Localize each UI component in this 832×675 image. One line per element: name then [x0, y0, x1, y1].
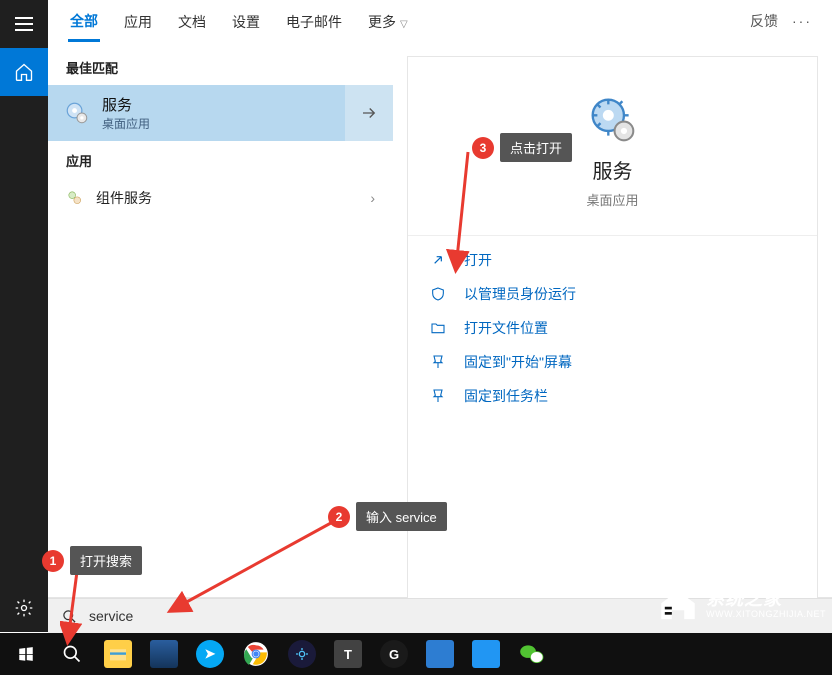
folder-icon: [108, 646, 128, 662]
text-app-icon: T: [334, 640, 362, 668]
services-icon: [64, 100, 90, 126]
watermark-logo-icon: [656, 585, 700, 625]
preview-column: 服务 桌面应用 打开 以管理员身份运行 打开文件位置: [393, 42, 832, 597]
taskbar-app-3[interactable]: [280, 633, 324, 675]
services-icon-large: [588, 95, 638, 145]
taskbar-app-5[interactable]: G: [372, 633, 416, 675]
action-open-location[interactable]: 打开文件位置: [430, 318, 795, 338]
hamburger-icon: [15, 17, 33, 31]
action-admin-label: 以管理员身份运行: [464, 284, 576, 304]
taskbar-app-4[interactable]: T: [326, 633, 370, 675]
pin-taskbar-icon: [430, 388, 448, 404]
open-icon: [430, 252, 448, 268]
circle-app-icon: ➤: [196, 640, 224, 668]
watermark-url: WWW.XITONGZHIJIA.NET: [706, 610, 826, 620]
folder-icon: [430, 320, 448, 336]
watermark: 系统之家 WWW.XITONGZHIJIA.NET: [656, 585, 826, 625]
action-open[interactable]: 打开: [430, 250, 795, 270]
magnifier-icon: [62, 609, 77, 624]
magnifier-icon: [62, 644, 82, 664]
callout-2-label: 输入 service: [356, 502, 447, 531]
windows-icon: [17, 645, 35, 663]
app-result-row[interactable]: 组件服务 ›: [48, 178, 393, 218]
action-pin-taskbar[interactable]: 固定到任务栏: [430, 386, 795, 406]
section-apps: 应用: [48, 141, 393, 178]
tab-settings[interactable]: 设置: [230, 2, 262, 40]
best-match-title: 服务: [102, 94, 150, 115]
callout-3-label: 点击打开: [500, 133, 572, 162]
more-options-button[interactable]: ···: [792, 13, 812, 29]
taskbar-chrome[interactable]: [234, 633, 278, 675]
g-app-icon: G: [380, 640, 408, 668]
chevron-right-icon: ›: [370, 190, 375, 206]
taskbar: ➤ T G: [0, 633, 832, 675]
taskbar-wechat[interactable]: [510, 633, 554, 675]
callout-3: 3 点击打开: [472, 133, 572, 162]
taskbar-search-button[interactable]: [50, 633, 94, 675]
watermark-title: 系统之家: [706, 590, 826, 610]
tab-all[interactable]: 全部: [68, 1, 100, 42]
preview-title: 服务: [593, 155, 633, 184]
action-pinstart-label: 固定到"开始"屏幕: [464, 352, 572, 372]
callout-1: 1 打开搜索: [42, 546, 142, 575]
badge-3: 3: [472, 137, 494, 159]
generic-app-icon: [150, 640, 178, 668]
component-services-icon: [66, 189, 84, 207]
action-run-as-admin[interactable]: 以管理员身份运行: [430, 284, 795, 304]
tab-more[interactable]: 更多▽: [366, 2, 410, 40]
wechat-icon: [518, 640, 546, 668]
chevron-down-icon: ▽: [400, 19, 408, 30]
section-best-match: 最佳匹配: [48, 48, 393, 85]
gear-icon: [14, 598, 34, 618]
action-pintask-label: 固定到任务栏: [464, 386, 548, 406]
taskbar-app-1[interactable]: [142, 633, 186, 675]
action-location-label: 打开文件位置: [464, 318, 548, 338]
badge-1: 1: [42, 550, 64, 572]
badge-2: 2: [328, 506, 350, 528]
settings-button[interactable]: [0, 584, 48, 632]
action-open-label: 打开: [464, 250, 492, 270]
taskbar-app-7[interactable]: [464, 633, 508, 675]
expand-arrow-button[interactable]: [345, 85, 393, 141]
feedback-link[interactable]: 反馈: [750, 11, 778, 31]
gear-app-icon: [288, 640, 316, 668]
shield-icon: [430, 286, 448, 302]
blue-app-icon-2: [472, 640, 500, 668]
preview-subtitle: 桌面应用: [586, 190, 638, 209]
best-match-subtitle: 桌面应用: [102, 115, 150, 132]
action-pin-start[interactable]: 固定到"开始"屏幕: [430, 352, 795, 372]
search-input[interactable]: service: [89, 608, 133, 624]
tab-apps[interactable]: 应用: [122, 2, 154, 40]
blue-app-icon: [426, 640, 454, 668]
pin-start-icon: [430, 354, 448, 370]
tab-docs[interactable]: 文档: [176, 2, 208, 40]
taskbar-app-2[interactable]: ➤: [188, 633, 232, 675]
callout-1-label: 打开搜索: [70, 546, 142, 575]
best-match-row[interactable]: 服务 桌面应用: [48, 85, 393, 141]
taskbar-explorer[interactable]: [96, 633, 140, 675]
start-sidebar: [0, 0, 48, 632]
home-icon: [14, 62, 34, 82]
home-button[interactable]: [0, 48, 48, 96]
filter-tabs: 全部 应用 文档 设置 电子邮件 更多▽ 反馈 ···: [48, 0, 832, 42]
preview-actions: 打开 以管理员身份运行 打开文件位置 固定到"开始"屏幕: [408, 236, 817, 420]
taskbar-app-6[interactable]: [418, 633, 462, 675]
tab-email[interactable]: 电子邮件: [284, 2, 344, 40]
arrow-right-icon: [360, 104, 378, 122]
chrome-icon: [242, 640, 270, 668]
app-result-label: 组件服务: [96, 188, 152, 208]
start-button[interactable]: [4, 633, 48, 675]
preview-panel: 服务 桌面应用 打开 以管理员身份运行 打开文件位置: [407, 56, 818, 616]
callout-2: 2 输入 service: [328, 502, 447, 531]
hamburger-button[interactable]: [0, 0, 48, 48]
